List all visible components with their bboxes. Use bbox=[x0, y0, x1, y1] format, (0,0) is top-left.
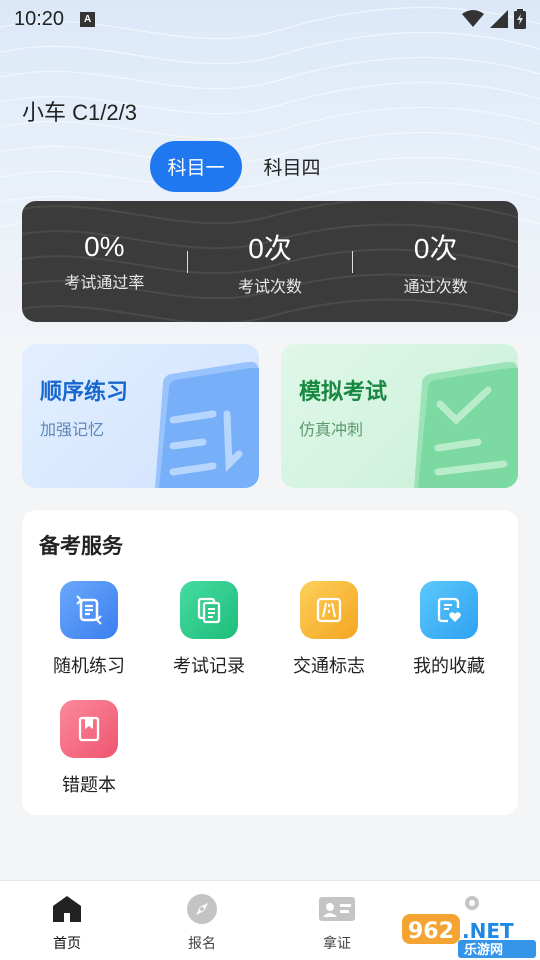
services-heading: 备考服务 bbox=[39, 534, 123, 558]
subject-tabs: 科目一 科目四 bbox=[150, 141, 338, 192]
list-order-icon bbox=[155, 362, 259, 488]
watermark-logo-icon: 962 .NET 乐游网 bbox=[402, 914, 536, 958]
road-sign-icon bbox=[300, 581, 358, 639]
status-bar: 10:20 A bbox=[0, 0, 540, 38]
mock-exam-card[interactable]: 模拟考试 仿真冲刺 bbox=[281, 344, 518, 488]
service-traffic-signs-label: 交通标志 bbox=[293, 656, 365, 677]
tab-home[interactable]: 首页 bbox=[27, 893, 107, 953]
stat-pass-rate-value: 0% bbox=[84, 230, 125, 262]
id-card-icon bbox=[297, 893, 377, 925]
tab-get-license[interactable]: 拿证 bbox=[297, 893, 377, 953]
tab-home-label: 首页 bbox=[53, 936, 81, 952]
service-wrong-questions[interactable]: 错题本 bbox=[29, 700, 149, 797]
service-exam-records-label: 考试记录 bbox=[173, 656, 245, 677]
checklist-icon bbox=[414, 362, 518, 488]
tab-register-label: 报名 bbox=[188, 936, 216, 952]
shuffle-icon bbox=[60, 581, 118, 639]
service-my-favorites-label: 我的收藏 bbox=[413, 656, 485, 677]
stat-exam-count: 0次 考试次数 bbox=[188, 227, 353, 297]
watermark-domain: .NET bbox=[462, 919, 514, 943]
records-icon bbox=[180, 581, 238, 639]
service-random-practice-label: 随机练习 bbox=[53, 656, 125, 677]
compass-icon bbox=[162, 893, 242, 925]
watermark-site-name: 乐游网 bbox=[464, 942, 503, 958]
bookmark-icon bbox=[60, 700, 118, 758]
favorite-icon bbox=[420, 581, 478, 639]
tab-get-license-label: 拿证 bbox=[323, 936, 351, 952]
stat-pass-rate: 0% 考试通过率 bbox=[22, 231, 187, 293]
tab-register[interactable]: 报名 bbox=[162, 893, 242, 953]
site-watermark-logo: 962 .NET 乐游网 bbox=[400, 908, 540, 960]
stat-pass-rate-label: 考试通过率 bbox=[64, 272, 145, 292]
stat-pass-count: 0次 通过次数 bbox=[353, 227, 518, 297]
battery-icon bbox=[514, 9, 526, 29]
service-traffic-signs[interactable]: 交通标志 bbox=[269, 581, 389, 678]
home-icon bbox=[27, 893, 107, 925]
sequential-practice-card[interactable]: 顺序练习 加强记忆 bbox=[22, 344, 259, 488]
service-exam-records[interactable]: 考试记录 bbox=[149, 581, 269, 678]
tab-subject-four[interactable]: 科目四 bbox=[246, 141, 338, 192]
notification-a-icon: A bbox=[80, 11, 96, 27]
status-time: 10:20 bbox=[14, 7, 65, 30]
stat-pass-count-label: 通过次数 bbox=[403, 276, 468, 296]
tab-subject-one[interactable]: 科目一 bbox=[150, 141, 242, 192]
watermark-number: 962 bbox=[408, 919, 454, 944]
service-my-favorites[interactable]: 我的收藏 bbox=[389, 581, 509, 678]
stat-pass-count-value: 0次 bbox=[413, 232, 458, 264]
wifi-icon bbox=[462, 10, 484, 27]
stat-exam-count-label: 考试次数 bbox=[238, 276, 303, 296]
signal-icon bbox=[490, 10, 508, 28]
exam-prep-services: 备考服务 随机练习 考试记录 交通标志 我的收藏 错题本 bbox=[22, 510, 518, 815]
service-random-practice[interactable]: 随机练习 bbox=[29, 581, 149, 678]
stat-exam-count-value: 0次 bbox=[248, 232, 292, 264]
service-wrong-questions-label: 错题本 bbox=[62, 775, 116, 796]
license-type-selector[interactable]: 小车 C1/2/3 bbox=[22, 95, 137, 127]
stats-card: 0% 考试通过率 0次 考试次数 0次 通过次数 bbox=[22, 201, 518, 322]
